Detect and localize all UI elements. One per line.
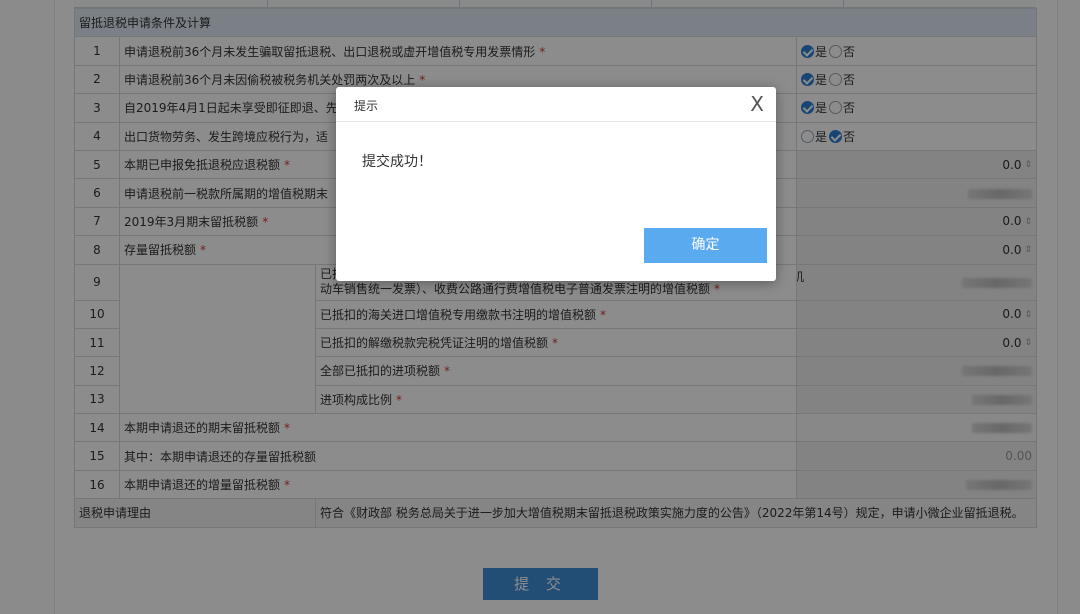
- dialog-header: 提示 X: [336, 87, 776, 122]
- dialog-title: 提示: [354, 99, 379, 113]
- dialog-message: 提交成功！: [362, 154, 432, 170]
- prompt-dialog: 提示 X 提交成功！ 确定: [336, 87, 776, 281]
- confirm-button[interactable]: 确定: [644, 228, 767, 263]
- close-icon[interactable]: X: [750, 92, 764, 116]
